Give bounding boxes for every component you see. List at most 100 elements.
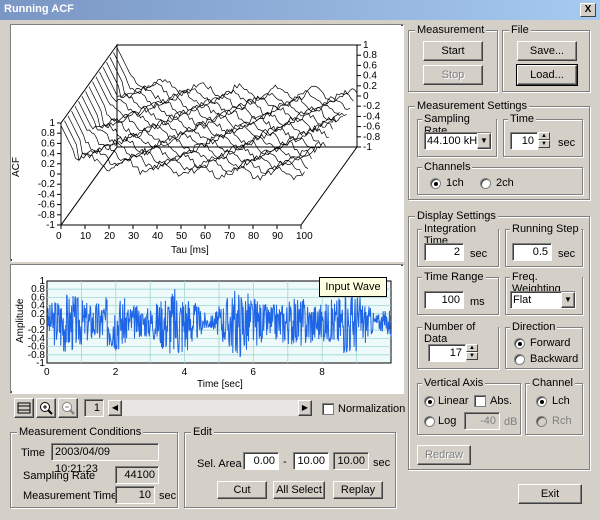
integration-time-group: Integration Time 2 sec [417,223,499,267]
freq-weighting-value: Flat [513,294,532,306]
integration-time-input[interactable]: 2 [424,243,464,261]
lch-radio[interactable] [536,396,547,407]
measurement-conditions-title: Measurement Conditions [17,426,144,438]
channel-group: Channel Lch Rch [525,377,583,435]
number-of-data-label: Number of Data [422,321,498,345]
vertical-axis-label: Vertical Axis [422,377,486,389]
cond-measurement-time-unit: sec [159,490,177,502]
sel-area-unit: sec [373,457,391,469]
edit-title: Edit [191,426,214,438]
measurement-conditions-group: Measurement Conditions Time 2003/04/09 1… [10,426,178,508]
number-of-data-spinner[interactable]: ▲ ▼ [466,344,478,360]
acf-x-label: Tau [ms] [171,245,209,256]
measurement-group: Measurement Start Stop [408,24,498,92]
freq-weighting-select[interactable]: Flat ▼ [510,291,576,309]
direction-label: Direction [510,321,558,333]
title-bar: Running ACF X [0,0,600,20]
vertical-axis-group: Vertical Axis Linear Abs. Log -40 dB [417,377,521,435]
stop-button[interactable]: Stop [423,65,483,85]
number-of-data-group: Number of Data 17 ▲ ▼ [417,321,499,369]
acf-x-tick-label: 30 [128,231,140,242]
start-button[interactable]: Start [423,41,483,61]
log-radio[interactable] [424,416,435,427]
acf-plot-panel: ACF Tau [ms] 0 10 20 30 40 50 60 70 80 90 100 1 0.8… [10,24,404,262]
backward-label: Backward [530,353,579,365]
sel-area-label: Sel. Area [197,458,242,470]
cond-time-value: 2003/04/09 10:21:23 [51,443,159,475]
abs-checkbox[interactable] [474,395,486,407]
exit-button[interactable]: Exit [518,484,582,504]
linear-radio[interactable] [424,396,435,407]
ch2-radio[interactable] [480,178,491,189]
zoom-out-icon[interactable] [58,398,78,418]
sel-area-dash: - [283,456,287,468]
plot-toolbar: 1 ◀ ▶ Normalization [14,398,405,418]
zoom-in-icon[interactable] [36,398,56,418]
wave-y-label: Amplitude [15,298,26,343]
replay-button[interactable]: Replay [333,481,383,499]
scroll-left-button[interactable]: ◀ [108,400,122,416]
chevron-down-icon[interactable]: ▼ [561,292,575,308]
acf-x-tick-label: 20 [104,231,116,242]
freq-weighting-group: Freq. Weighting Flat ▼ [505,271,583,315]
page-number-field: 1 [84,399,104,417]
wave-x-tick-label: 0 [44,367,50,378]
forward-radio[interactable] [514,338,525,349]
running-step-input[interactable]: 0.5 [512,243,552,261]
ch2-label: 2ch [496,177,514,189]
time-range-label: Time Range [422,271,486,283]
wave-plot-panel: Amplitude Time [sec] 1 0.8 0.6 0.4 0.2 0 -0.2-… [10,264,404,394]
acf-3d-plot: ACF Tau [ms] 0 10 20 30 40 50 60 70 80 90 100 10.8… [11,25,401,259]
acf-left-y-tick-label: -1 [46,220,55,231]
number-of-data-input[interactable]: 17 [428,344,466,362]
channels-label: Channels [422,161,473,173]
cond-sampling-rate-label: Sampling Rate [23,470,96,482]
measurement-settings-title: Measurement Settings [415,100,530,112]
time-range-unit: ms [470,296,485,308]
integration-time-unit: sec [470,248,488,260]
normalization-checkbox[interactable] [322,403,334,415]
wave-x-tick-label: 8 [319,367,325,378]
load-button[interactable]: Load... [516,64,578,86]
cond-measurement-time-label: Measurement Time [23,490,118,502]
fit-view-icon[interactable] [14,398,34,418]
time-input[interactable]: 10 [510,132,538,150]
direction-group: Direction Forward Backward [505,321,583,369]
backward-radio[interactable] [514,354,525,365]
rch-radio[interactable] [536,416,547,427]
sampling-rate-select[interactable]: 44.100 kHz ▼ [424,132,492,150]
scroll-right-button[interactable]: ▶ [298,400,312,416]
time-group: Time 10 ▲ ▼ sec [503,113,583,157]
sel-area-length: 10.00 [333,452,369,470]
time-range-input[interactable]: 100 [424,291,464,309]
sel-area-start-input[interactable]: 0.00 [243,452,279,470]
close-button[interactable]: X [580,3,596,17]
display-settings-title: Display Settings [415,210,498,222]
rch-label: Rch [552,415,572,427]
all-select-button[interactable]: All Select [273,481,325,499]
log-db-input[interactable]: -40 [464,412,500,430]
ch1-label: 1ch [446,177,464,189]
log-db-unit: dB [504,416,518,428]
linear-label: Linear [438,395,469,407]
input-wave-tooltip: Input Wave [319,277,387,297]
time-range-group: Time Range 100 ms [417,271,499,315]
sel-area-end-input[interactable]: 10.00 [293,452,329,470]
time-spinner[interactable]: ▲ ▼ [538,132,550,148]
acf-x-tick-label: 0 [56,231,62,242]
time-unit: sec [558,137,576,149]
file-title: File [509,24,531,36]
redraw-button[interactable]: Redraw [417,445,471,465]
acf-x-tick-label: 40 [152,231,164,242]
chevron-down-icon[interactable]: ▼ [477,133,491,149]
tooltip-text: Input Wave [325,281,381,293]
cut-button[interactable]: Cut [217,481,267,499]
file-group: File Save... Load... [502,24,590,92]
horizontal-scroll-track[interactable] [122,400,298,416]
channel-label: Channel [530,377,575,389]
save-button[interactable]: Save... [517,41,577,61]
sampling-rate-value: 44.100 kHz [427,135,483,147]
ch1-radio[interactable] [430,178,441,189]
display-settings-group: Display Settings Integration Time 2 sec … [408,210,590,470]
cond-measurement-time-value: 10 [115,486,155,504]
